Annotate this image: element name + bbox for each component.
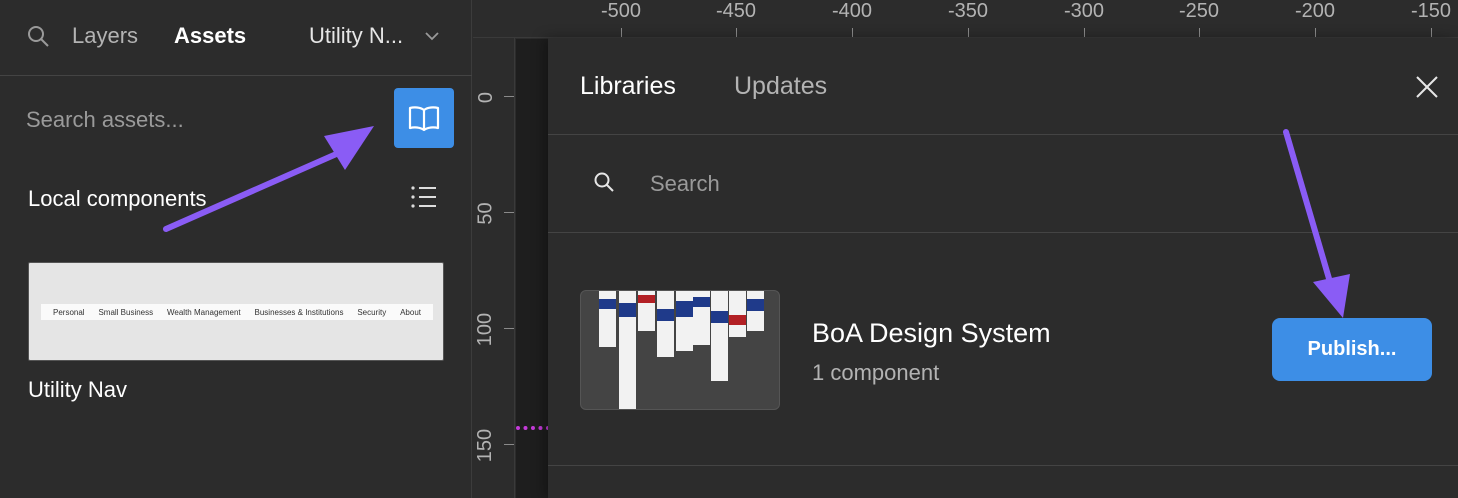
library-row: BoA Design System 1 component Publish... — [548, 234, 1458, 466]
ruler-horizontal: -500 -450 -400 -350 -300 -250 -200 -150 — [473, 0, 1458, 38]
ruler-tick — [968, 28, 969, 37]
ruler-vertical: 0 50 100 150 — [473, 38, 515, 498]
ruler-tick — [504, 212, 514, 213]
ruler-label: -400 — [831, 0, 873, 22]
ruler-label: 50 — [474, 202, 497, 225]
ruler-tick — [1084, 28, 1085, 37]
list-view-icon[interactable] — [410, 184, 438, 210]
ruler-label: -150 — [1410, 0, 1452, 22]
ruler-label: -250 — [1178, 0, 1220, 22]
tab-layers[interactable]: Layers — [72, 23, 138, 49]
libraries-modal: Libraries Updates Bo — [548, 38, 1458, 498]
ruler-label: -450 — [715, 0, 757, 22]
panel-header: Layers Assets Utility N... — [0, 0, 472, 76]
tab-libraries[interactable]: Libraries — [580, 72, 676, 101]
component-name[interactable]: Utility Nav — [28, 377, 127, 403]
ruler-tick — [1199, 28, 1200, 37]
assets-panel: Layers Assets Utility N... Local compone… — [0, 0, 472, 498]
publish-button[interactable]: Publish... — [1272, 318, 1432, 381]
ruler-label: -500 — [600, 0, 642, 22]
close-icon[interactable] — [1414, 74, 1440, 100]
preview-item: About — [400, 307, 421, 317]
local-components-title: Local components — [28, 186, 207, 211]
component-thumbnail[interactable]: Personal Small Business Wealth Managemen… — [28, 262, 444, 361]
modal-tabs: Libraries Updates — [548, 38, 1458, 135]
tab-updates[interactable]: Updates — [734, 72, 827, 101]
ruler-label: -300 — [1063, 0, 1105, 22]
preview-item: Personal — [53, 307, 85, 317]
preview-item: Security — [357, 307, 387, 317]
search-icon — [594, 172, 614, 192]
library-search — [548, 135, 1458, 233]
team-library-button[interactable] — [394, 88, 454, 148]
ruler-label: -200 — [1294, 0, 1336, 22]
ruler-label: 0 — [475, 91, 498, 104]
search-assets-input[interactable] — [26, 105, 366, 135]
ruler-label: -350 — [947, 0, 989, 22]
book-icon — [408, 106, 440, 132]
ruler-tick — [736, 28, 737, 37]
preview-item: Small Business — [98, 307, 154, 317]
ruler-tick — [1431, 28, 1432, 37]
ruler-label: 150 — [474, 428, 497, 463]
library-search-input[interactable] — [650, 169, 1250, 199]
ruler-tick — [852, 28, 853, 37]
ruler-label: 100 — [474, 312, 497, 347]
library-name: BoA Design System — [812, 318, 1051, 348]
preview-item: Businesses & Institutions — [254, 307, 344, 317]
tab-assets[interactable]: Assets — [174, 23, 246, 49]
page-select[interactable]: Utility N... — [309, 23, 403, 49]
ruler-tick — [504, 444, 514, 445]
library-pages-preview — [599, 291, 764, 409]
selection-guide — [516, 426, 550, 430]
ruler-tick — [1315, 28, 1316, 37]
ruler-tick — [621, 28, 622, 37]
ruler-tick — [504, 328, 514, 329]
chevron-down-icon[interactable] — [424, 30, 440, 42]
utility-nav-preview: Personal Small Business Wealth Managemen… — [41, 304, 433, 320]
preview-item: Wealth Management — [166, 307, 241, 317]
ruler-tick — [504, 96, 514, 97]
search-icon[interactable] — [26, 24, 50, 48]
library-component-count: 1 component — [812, 360, 940, 385]
library-thumbnail — [580, 290, 780, 410]
